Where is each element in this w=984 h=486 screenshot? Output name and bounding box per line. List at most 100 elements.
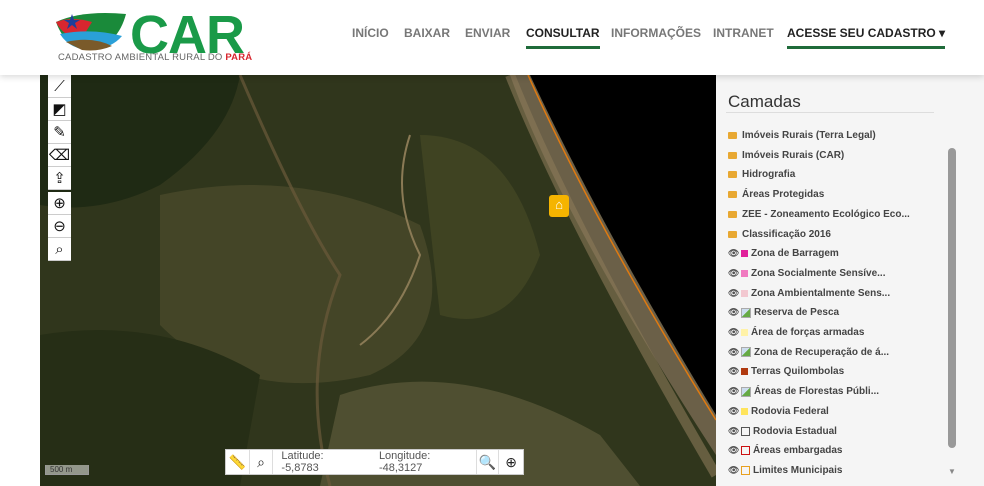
layers-panel: Camadas Imóveis Rurais (Terra Legal) Imóv… [716,75,984,486]
map-toolbar: ⟋ ◩ ✎ ⌫ ⇪ ⊕ ⊖ ⌕ [48,75,71,261]
legend-swatch [741,269,748,277]
home-marker-icon[interactable]: ⌂ [549,195,569,217]
layer-label: Reserva de Pesca [754,307,840,319]
nav-acesse-cadastro-dropdown[interactable]: ACESSE SEU CADASTRO ▾ [787,26,946,49]
nav-enviar[interactable]: ENVIAR [465,26,510,40]
folder-icon [728,191,737,199]
layer-label: Áreas de Florestas Públi... [754,386,880,398]
layer-item[interactable]: 👁 Zona de Barragem [728,248,839,259]
visibility-toggle-icon[interactable]: 👁 [728,288,739,299]
visibility-toggle-icon[interactable]: 👁 [728,366,739,377]
layer-item[interactable]: 👁 Rodovia Estadual [728,426,837,437]
layer-item[interactable]: 👁 Áreas de Florestas Públi... [728,386,879,397]
legend-swatch [741,250,748,258]
latitude-readout: Latitude: -5,8783 [281,450,324,474]
layer-item[interactable]: Hidrografia [728,169,795,180]
legend-swatch [741,329,748,336]
visibility-toggle-icon[interactable]: 👁 [728,347,739,358]
satellite-map[interactable]: ⌂ [40,75,716,486]
layer-item[interactable]: 👁 Área de forças armadas [728,327,864,338]
ruler-icon[interactable]: 📏 [226,450,250,474]
map-scale: 500 m [45,465,89,475]
layer-item[interactable]: 👁 Áreas embargadas [728,445,843,456]
broken-image-icon [741,347,751,358]
visibility-toggle-icon[interactable]: 👁 [728,406,739,417]
longitude-readout: Longitude: -48,3127 [378,450,431,474]
scrollbar[interactable] [948,148,956,448]
legend-swatch [741,407,748,415]
visibility-toggle-icon[interactable]: 👁 [728,268,739,279]
layer-item[interactable]: 👁 Terras Quilombolas [728,366,844,377]
layer-item[interactable]: Imóveis Rurais (Terra Legal) [728,130,876,141]
folder-icon [728,171,737,179]
layer-item[interactable]: 👁 Reserva de Pesca [728,307,839,318]
nav-baixar[interactable]: BAIXAR [404,26,450,40]
layer-label: Hidrografia [742,169,796,181]
map-upload-icon[interactable]: ⇪ [48,167,71,190]
visibility-toggle-icon[interactable]: 👁 [728,426,739,437]
visibility-toggle-icon[interactable]: 👁 [728,307,739,318]
crosshair-icon[interactable]: ⊕ [499,450,523,474]
layer-label: Limites Municipais [753,464,843,476]
layer-item[interactable]: Imóveis Rurais (CAR) [728,150,844,161]
draw-polygon-icon[interactable]: ⟋ [48,75,71,98]
layer-label: Área de forças armadas [751,327,865,338]
zoom-out-icon[interactable]: ⊖ [48,215,71,238]
nav-consultar[interactable]: CONSULTAR [526,26,600,49]
coordinate-bar: 📏 ⌕ Latitude: -5,8783 Longitude: -48,312… [225,449,524,475]
visibility-toggle-icon[interactable]: 👁 [728,248,739,259]
search-region-icon[interactable]: ⌕ [250,450,274,474]
nav-intranet[interactable]: INTRANET [713,26,774,40]
edit-icon[interactable]: ✎ [48,121,71,144]
layer-label: Áreas embargadas [753,445,843,457]
legend-swatch [741,289,748,297]
layer-label: Zona de Barragem [751,248,839,260]
layers-title: Camadas [728,92,801,111]
folder-icon [728,210,737,218]
folder-icon [728,132,737,139]
layer-label: Zona Ambientalmente Sens... [751,287,891,299]
broken-image-icon [741,386,751,397]
layer-label: Terras Quilombolas [751,366,845,378]
layer-label: Áreas Protegidas [742,189,825,201]
layer-label: Imóveis Rurais (CAR) [742,149,845,161]
layer-item[interactable]: 👁 Rodovia Federal [728,406,829,417]
layer-item[interactable]: ZEE - Zoneamento Ecológico Eco... [728,209,910,220]
legend-swatch [741,465,750,475]
layer-item[interactable]: Áreas Protegidas [728,189,824,200]
divider [726,112,934,113]
layer-item[interactable]: 👁 Zona de Recuperação de á... [728,347,889,358]
legend-swatch [741,426,750,436]
broken-image-icon [741,307,751,318]
zoom-box-icon[interactable]: ⌕ [48,238,71,261]
nav-informacoes[interactable]: INFORMAÇÕES [611,26,701,40]
legend-swatch [741,446,750,456]
layer-label: Classificação 2016 [742,228,831,240]
eraser-icon[interactable]: ⌫ [48,144,71,167]
map-imagery [40,75,716,486]
layer-label: Zona de Recuperação de á... [754,346,890,358]
layer-item[interactable]: Classificação 2016 [728,229,831,240]
site-header: CAR CADASTRO AMBIENTAL RURAL DO PARÁ INÍ… [0,0,984,75]
visibility-toggle-icon[interactable]: 👁 [728,327,739,338]
visibility-toggle-icon[interactable]: 👁 [728,445,739,456]
layer-item[interactable]: 👁 Zona Socialmente Sensíve... [728,268,886,279]
folder-icon [728,151,737,159]
visibility-toggle-icon[interactable]: 👁 [728,465,739,476]
visibility-toggle-icon[interactable]: 👁 [728,386,739,397]
layer-item[interactable]: 👁 Limites Municipais [728,465,842,476]
scroll-down-icon[interactable]: ▼ [948,467,956,476]
layer-item[interactable]: 👁 Zona Ambientalmente Sens... [728,288,890,299]
folder-icon [728,230,737,238]
layer-label: Imóveis Rurais (Terra Legal) [742,130,876,141]
nav-inicio[interactable]: INÍCIO [352,26,389,40]
locate-search-icon[interactable]: 🔍 [475,450,500,474]
layer-label: Rodovia Federal [751,405,829,417]
zoom-in-icon[interactable]: ⊕ [48,192,71,215]
select-area-icon[interactable]: ◩ [48,98,71,121]
layer-label: Zona Socialmente Sensíve... [751,267,886,279]
layer-label: Rodovia Estadual [753,425,837,437]
car-logo[interactable]: CAR CADASTRO AMBIENTAL RURAL DO PARÁ [52,5,262,68]
legend-swatch [741,368,748,376]
logo-emblem-icon [56,13,126,51]
